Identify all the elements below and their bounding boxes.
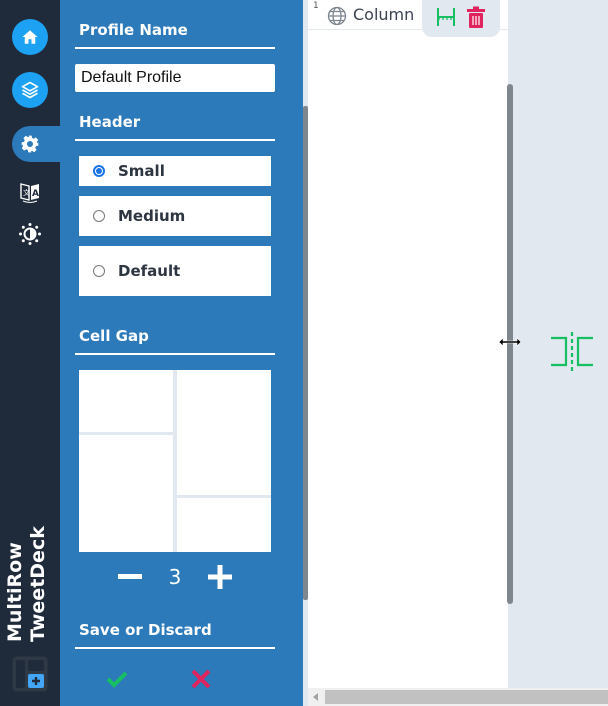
column-index: 1	[313, 1, 319, 11]
brand-line-2: TweetDeck	[27, 526, 49, 642]
app-root: 文A MultiRow TweetDeck Profile Name Heade…	[0, 0, 608, 706]
preview-cell	[79, 435, 173, 552]
trash-icon	[467, 6, 485, 28]
layers-icon	[21, 81, 39, 99]
header-option-label: Small	[118, 162, 165, 180]
header-option-label: Default	[118, 262, 181, 280]
discard-button[interactable]	[186, 664, 216, 694]
plus-icon	[208, 565, 232, 589]
preview-cell	[177, 370, 271, 495]
svg-text:A: A	[32, 189, 39, 199]
cell-gap-title: Cell Gap	[79, 327, 149, 345]
header-option-default[interactable]: Default	[79, 246, 271, 296]
preview-cell	[177, 498, 271, 552]
column-title: Column	[353, 5, 415, 24]
cell-gap-handle-icon[interactable]	[550, 331, 594, 375]
cell-gap-value: 3	[168, 565, 182, 589]
globe-icon	[327, 6, 347, 26]
resize-column-button[interactable]	[434, 5, 458, 29]
rail-home-button[interactable]	[12, 19, 48, 55]
radio-default[interactable]	[93, 265, 105, 277]
profile-name-input[interactable]	[75, 64, 275, 92]
add-column-button[interactable]	[12, 656, 48, 692]
rail-theme-button[interactable]	[18, 222, 42, 246]
brand-line-1: MultiRow	[4, 542, 26, 642]
save-discard-title: Save or Discard	[79, 621, 212, 639]
delete-column-button[interactable]	[464, 5, 488, 29]
minus-icon	[118, 574, 142, 579]
svg-text:文: 文	[23, 188, 30, 197]
checkmark-icon	[106, 671, 128, 688]
header-option-medium[interactable]: Medium	[79, 196, 271, 236]
rail-columns-button[interactable]	[12, 72, 48, 108]
preview-cell	[79, 370, 173, 432]
icon-rail: 文A MultiRow TweetDeck	[0, 0, 60, 706]
divider	[75, 353, 275, 355]
column: 1 Column	[308, 0, 508, 690]
add-column-icon	[12, 656, 48, 692]
resize-cursor-icon	[498, 337, 522, 347]
cell-gap-increase-button[interactable]	[205, 562, 235, 592]
cell-gap-decrease-button[interactable]	[116, 562, 144, 592]
divider	[75, 647, 275, 649]
horizontal-scrollbar[interactable]	[308, 688, 608, 706]
close-icon	[191, 669, 211, 689]
save-button[interactable]	[102, 664, 132, 694]
column-toolbar	[422, 0, 500, 37]
scroll-left-arrow-icon[interactable]	[313, 693, 318, 701]
profile-name-title: Profile Name	[79, 21, 188, 39]
header-title: Header	[79, 113, 141, 131]
rail-language-button[interactable]: 文A	[18, 180, 42, 204]
divider	[75, 47, 275, 49]
home-icon	[22, 30, 38, 44]
header-option-label: Medium	[118, 207, 186, 225]
radio-small[interactable]	[93, 165, 105, 177]
gear-icon	[21, 135, 39, 153]
divider	[75, 139, 275, 141]
header-option-small[interactable]: Small	[79, 156, 271, 186]
cell-gap-preview	[79, 370, 271, 552]
translate-icon: 文A	[20, 183, 39, 203]
brand-title: MultiRow TweetDeck	[4, 512, 54, 642]
radio-medium[interactable]	[93, 210, 105, 222]
brightness-icon	[19, 223, 41, 245]
resize-column-icon	[437, 8, 455, 26]
rail-settings-button[interactable]	[12, 126, 60, 162]
horizontal-scrollbar-thumb[interactable]	[325, 690, 608, 704]
